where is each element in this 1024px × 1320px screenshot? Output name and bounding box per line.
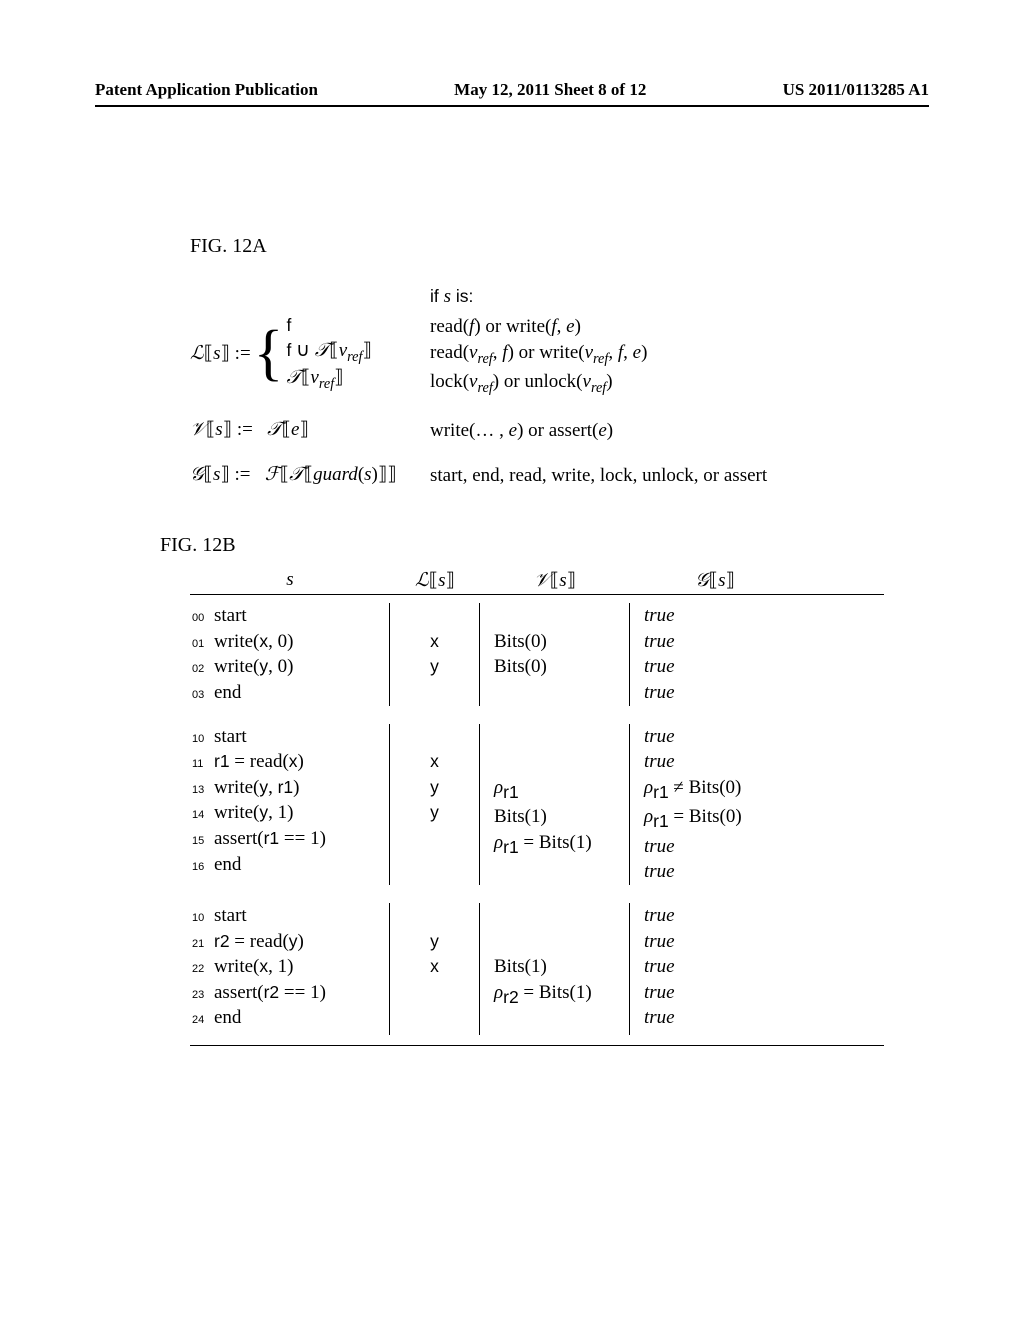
- figure-12a-body: if s is: ℒ⟦s⟧ := { f f ∪ 𝒯⟦vref⟧ 𝒯⟦vref⟧…: [190, 286, 884, 489]
- header-rule: [95, 105, 929, 107]
- block-L: y x: [390, 903, 480, 1035]
- table-header-row: s ℒ⟦s⟧ 𝒱⟦s⟧ 𝒢⟦s⟧: [190, 569, 884, 595]
- col-header-G: 𝒢⟦s⟧: [630, 569, 800, 592]
- def-V-lhs: 𝒱⟦s⟧ := 𝒯⟦e⟧: [190, 418, 430, 441]
- block-L: x y: [390, 603, 480, 706]
- block-G: true true true true true: [630, 903, 800, 1035]
- header-left: Patent Application Publication: [95, 80, 318, 100]
- def-L-lhs: ℒ⟦s⟧ := { f f ∪ 𝒯⟦vref⟧ 𝒯⟦vref⟧: [190, 314, 430, 393]
- def-G-lhs: 𝒢⟦s⟧ := ℱ⟦𝒯⟦guard(s)⟧⟧: [190, 463, 430, 486]
- block-V: Bits(0) Bits(0): [480, 603, 630, 706]
- def-G: 𝒢⟦s⟧ := ℱ⟦𝒯⟦guard(s)⟧⟧ start, end, read,…: [190, 463, 884, 489]
- block-s: 10start 11r1 = read(x) 13write(y, r1) 14…: [190, 724, 390, 885]
- def-L-rhs: read(f) or write(f, e) read(vref, f) or …: [430, 314, 884, 398]
- col-header-L: ℒ⟦s⟧: [390, 569, 480, 592]
- block-L: x y y: [390, 724, 480, 885]
- def-V: 𝒱⟦s⟧ := 𝒯⟦e⟧ write(… , e) or assert(e): [190, 418, 884, 444]
- def-V-rhs: write(… , e) or assert(e): [430, 418, 884, 444]
- block-G: true true true true: [630, 603, 800, 706]
- table-block: 10start 21r2 = read(y) 22write(x, 1) 23a…: [190, 895, 884, 1045]
- table-block: 00start 01write(x, 0) 02write(y, 0) 03en…: [190, 595, 884, 716]
- figure-12a-label: FIG. 12A: [190, 235, 884, 258]
- page-header: Patent Application Publication May 12, 2…: [0, 80, 1024, 100]
- block-s: 10start 21r2 = read(y) 22write(x, 1) 23a…: [190, 903, 390, 1035]
- page-content: FIG. 12A if s is: ℒ⟦s⟧ := { f f ∪ 𝒯⟦vref…: [190, 235, 884, 1046]
- block-G: true true ρr1 ≠ Bits(0) ρr1 = Bits(0) tr…: [630, 724, 800, 885]
- table-bottom-rule: [190, 1045, 884, 1046]
- block-V: Bits(1) ρr2 = Bits(1): [480, 903, 630, 1035]
- def-L: ℒ⟦s⟧ := { f f ∪ 𝒯⟦vref⟧ 𝒯⟦vref⟧ read(f) …: [190, 314, 884, 398]
- block-V: ρr1 Bits(1) ρr1 = Bits(1): [480, 724, 630, 885]
- header-right: US 2011/0113285 A1: [783, 80, 929, 100]
- header-center: May 12, 2011 Sheet 8 of 12: [454, 80, 646, 100]
- figure-12b-table: s ℒ⟦s⟧ 𝒱⟦s⟧ 𝒢⟦s⟧ 00start 01write(x, 0) 0…: [190, 569, 884, 1046]
- col-header-V: 𝒱⟦s⟧: [480, 569, 630, 592]
- if-s-is-text: if s is:: [430, 286, 884, 308]
- block-s: 00start 01write(x, 0) 02write(y, 0) 03en…: [190, 603, 390, 706]
- table-body: 00start 01write(x, 0) 02write(y, 0) 03en…: [190, 595, 884, 1045]
- col-header-s: s: [190, 569, 390, 592]
- def-G-rhs: start, end, read, write, lock, unlock, o…: [430, 463, 884, 489]
- figure-12b-label: FIG. 12B: [160, 534, 884, 557]
- table-block: 10start 11r1 = read(x) 13write(y, r1) 14…: [190, 716, 884, 895]
